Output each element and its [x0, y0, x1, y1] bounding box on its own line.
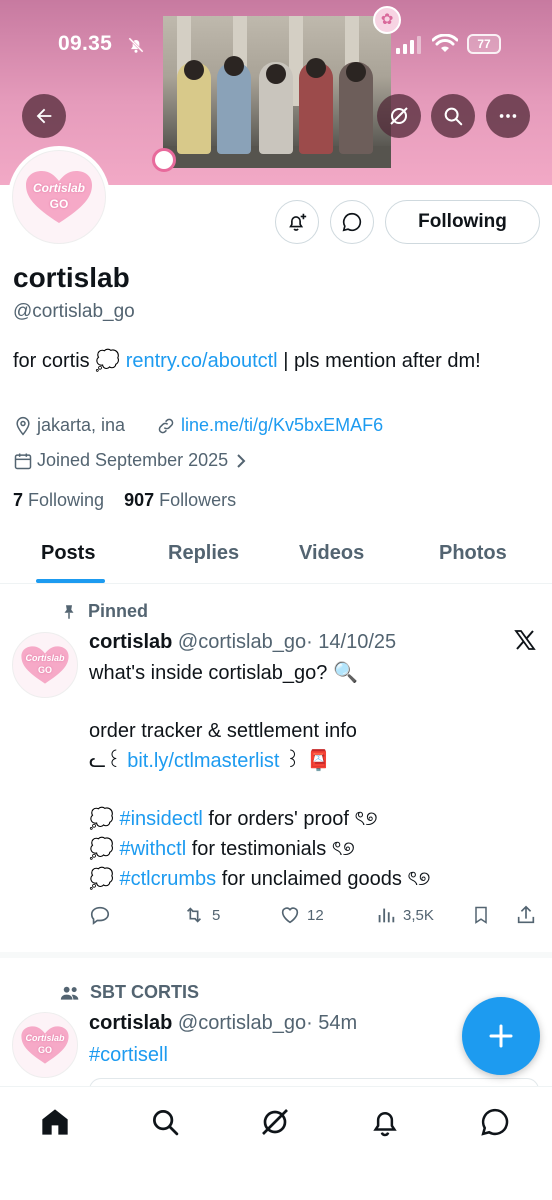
x-logo-icon: [514, 630, 536, 650]
views-chart-icon: [378, 908, 395, 923]
battery-indicator: 77: [467, 34, 501, 54]
pin-icon: [64, 604, 74, 619]
back-button[interactable]: [22, 94, 66, 138]
bell-plus-icon: [289, 213, 307, 231]
plus-icon: [489, 1024, 513, 1048]
post-avatar[interactable]: Cortislab GO: [12, 1012, 78, 1078]
post-link[interactable]: bit.ly/ctlmasterlist: [127, 750, 279, 772]
nav-search[interactable]: [148, 1105, 182, 1139]
nav-notifications[interactable]: [368, 1105, 402, 1139]
grok-icon: [390, 107, 408, 125]
bottom-navigation: [0, 1086, 552, 1200]
reply-icon: [90, 906, 110, 925]
bio-link[interactable]: rentry.co/aboutctl: [126, 350, 278, 372]
more-options-button[interactable]: [486, 94, 530, 138]
tab-posts[interactable]: Posts: [41, 542, 95, 565]
profile-location: jakarta, ina: [13, 415, 125, 436]
retweet-button[interactable]: 5: [182, 904, 220, 926]
nav-grok[interactable]: [258, 1105, 292, 1139]
post-header: cortislab @cortislab_go· 14/10/25: [89, 631, 396, 654]
post-time: · 14/10/25: [306, 631, 397, 653]
post-divider: [0, 952, 552, 958]
profile-website[interactable]: line.me/ti/g/Kv5bxEMAF6: [156, 415, 383, 436]
followers-count-link[interactable]: 907 Followers: [124, 490, 236, 510]
nav-home[interactable]: [38, 1105, 72, 1139]
share-button[interactable]: [515, 904, 543, 926]
views-button[interactable]: 3,5K: [375, 904, 434, 926]
notifications-subscribe-button[interactable]: [275, 200, 319, 244]
retweet-icon: [186, 907, 202, 923]
follow-stats: 7 Following 907 Followers: [13, 490, 236, 511]
swirl-sticker-icon: [152, 148, 176, 172]
search-icon: [444, 107, 463, 126]
flower-sticker-icon: ✿: [373, 6, 401, 34]
tab-photos[interactable]: Photos: [439, 542, 507, 565]
post-text: what's inside cortislab_go? 🔍 order trac…: [89, 662, 431, 890]
following-button[interactable]: Following: [385, 200, 540, 244]
chat-bubble-icon: [481, 1108, 509, 1136]
bell-icon: [373, 1112, 397, 1137]
nav-messages[interactable]: [478, 1105, 512, 1139]
home-icon: [42, 1109, 68, 1135]
post-author-name[interactable]: cortislab: [89, 1012, 172, 1034]
bell-off-icon: [128, 37, 144, 53]
post-author-handle[interactable]: @cortislab_go: [178, 1012, 306, 1034]
signal-icon: [396, 36, 421, 54]
calendar-icon: [14, 453, 32, 469]
bookmark-icon: [475, 906, 487, 924]
message-button[interactable]: [330, 200, 374, 244]
active-tab-indicator: [36, 579, 105, 583]
hashtag-withctl[interactable]: #withctl: [119, 838, 186, 860]
community-people-icon: [60, 986, 79, 1000]
link-icon: [158, 418, 174, 433]
heart-logo: Cortislab GO: [24, 169, 94, 225]
bookmark-button[interactable]: [471, 904, 497, 926]
reply-button[interactable]: [89, 904, 117, 926]
heart-icon: [281, 907, 299, 924]
tab-replies[interactable]: Replies: [168, 542, 239, 565]
search-button[interactable]: [431, 94, 475, 138]
location-pin-icon: [16, 416, 30, 435]
like-button[interactable]: 12: [279, 904, 324, 926]
profile-avatar[interactable]: Cortislab GO: [8, 146, 110, 248]
more-dots-icon: [499, 114, 517, 118]
hashtag-cortisell[interactable]: #cortisell: [89, 1044, 168, 1066]
status-time: 09.35: [58, 32, 113, 55]
chat-bubble-icon: [342, 212, 362, 232]
arrow-left-icon: [36, 108, 52, 124]
grok-button[interactable]: [377, 94, 421, 138]
profile-bio: for cortis 💭 rentry.co/aboutctl | pls me…: [13, 350, 481, 372]
profile-tabs: Posts Replies Videos Photos: [0, 530, 552, 584]
chevron-right-icon: [237, 453, 246, 468]
post-author-handle[interactable]: @cortislab_go: [178, 631, 306, 653]
hashtag-insidectl[interactable]: #insidectl: [119, 808, 202, 830]
profile-handle: @cortislab_go: [13, 301, 135, 322]
following-count-link[interactable]: 7 Following: [13, 490, 104, 510]
post-avatar[interactable]: Cortislab GO: [12, 632, 78, 698]
compose-post-button[interactable]: [462, 997, 540, 1075]
tab-videos[interactable]: Videos: [299, 542, 364, 565]
grok-icon: [262, 1109, 288, 1135]
search-icon: [153, 1110, 179, 1136]
hashtag-ctlcrumbs[interactable]: #ctlcrumbs: [119, 868, 216, 890]
post-header: cortislab @cortislab_go· 54m: [89, 1012, 357, 1035]
share-icon: [517, 905, 535, 924]
community-label[interactable]: SBT CORTIS: [60, 982, 199, 1003]
status-bar: 09.35 77: [0, 32, 552, 62]
profile-name: cortislab: [13, 262, 130, 293]
post-author-name[interactable]: cortislab: [89, 631, 172, 653]
wifi-icon: [432, 34, 458, 52]
pinned-label: Pinned: [60, 601, 148, 622]
post-time: · 54m: [306, 1012, 358, 1034]
post-actions: 5 12 3,5K: [89, 904, 539, 930]
profile-joined-date[interactable]: Joined September 2025: [13, 450, 252, 471]
